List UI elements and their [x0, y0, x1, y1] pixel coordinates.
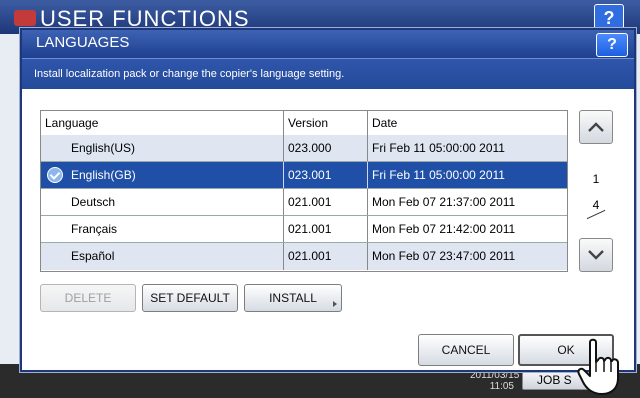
language-name: English(GB): [71, 168, 136, 182]
dialog-help-button[interactable]: ?: [596, 33, 628, 57]
set-default-button[interactable]: SET DEFAULT: [142, 284, 238, 312]
dialog-info-text: Install localization pack or change the …: [34, 68, 345, 80]
date-cell: Fri Feb 11 05:00:00 2011: [367, 135, 567, 161]
table-row[interactable]: English(US) 023.000 Fri Feb 11 05:00:00 …: [41, 135, 567, 162]
check-icon: [47, 167, 63, 183]
version-cell: 021.001: [283, 189, 367, 215]
table-row[interactable]: Español 021.001 Mon Feb 07 23:47:00 2011: [41, 243, 567, 270]
clock: 2011/03/15 11:05: [470, 370, 519, 392]
table-row-selected[interactable]: English(GB) 023.001 Fri Feb 11 05:00:00 …: [41, 162, 567, 189]
clock-time: 11:05: [489, 381, 514, 392]
header-version: Version: [283, 111, 367, 135]
background-left-panel: [0, 34, 20, 364]
languages-table: Language Version Date English(US) 023.00…: [40, 110, 568, 272]
scroll-up-button[interactable]: [579, 110, 613, 144]
install-label: INSTALL: [269, 291, 317, 305]
language-name: Deutsch: [71, 195, 116, 209]
chevron-down-icon: [588, 250, 604, 260]
language-name: Français: [71, 222, 118, 236]
version-cell: 023.001: [283, 162, 367, 188]
scroll-down-button[interactable]: [579, 238, 613, 272]
machine-icon: [14, 10, 36, 26]
chevron-up-icon: [588, 122, 604, 132]
submenu-arrow-icon: [333, 301, 337, 307]
language-cell: English(US): [41, 135, 283, 161]
version-cell: 023.000: [283, 135, 367, 161]
pointer-hand-icon: [577, 338, 619, 395]
dialog-title: LANGUAGES: [36, 34, 130, 51]
language-cell: Français: [41, 216, 283, 242]
header-language: Language: [45, 116, 99, 130]
language-name: English(US): [71, 141, 136, 155]
language-cell: Español: [41, 243, 283, 270]
install-button[interactable]: INSTALL: [244, 284, 342, 312]
date-cell: Fri Feb 11 05:00:00 2011: [367, 162, 567, 188]
header-date: Date: [367, 111, 567, 135]
delete-button[interactable]: DELETE: [40, 284, 136, 312]
dialog-title-bar: LANGUAGES ?: [22, 30, 634, 58]
version-cell: 021.001: [283, 216, 367, 242]
date-cell: Mon Feb 07 23:47:00 2011: [367, 243, 567, 270]
languages-dialog: LANGUAGES ? Install localization pack or…: [20, 28, 636, 372]
table-header: Language Version Date: [41, 111, 567, 136]
page-total: 4: [592, 198, 600, 212]
version-cell: 021.001: [283, 243, 367, 270]
language-cell: English(GB): [41, 162, 283, 188]
table-row[interactable]: Deutsch 021.001 Mon Feb 07 21:37:00 2011: [41, 189, 567, 216]
language-cell: Deutsch: [41, 189, 283, 215]
language-name: Español: [71, 249, 115, 263]
cancel-button[interactable]: CANCEL: [418, 334, 514, 366]
dialog-info-bar: Install localization pack or change the …: [22, 58, 634, 89]
table-row[interactable]: Français 021.001 Mon Feb 07 21:42:00 201…: [41, 216, 567, 243]
date-cell: Mon Feb 07 21:37:00 2011: [367, 189, 567, 215]
page-current: 1: [592, 172, 600, 186]
date-cell: Mon Feb 07 21:42:00 2011: [367, 216, 567, 242]
